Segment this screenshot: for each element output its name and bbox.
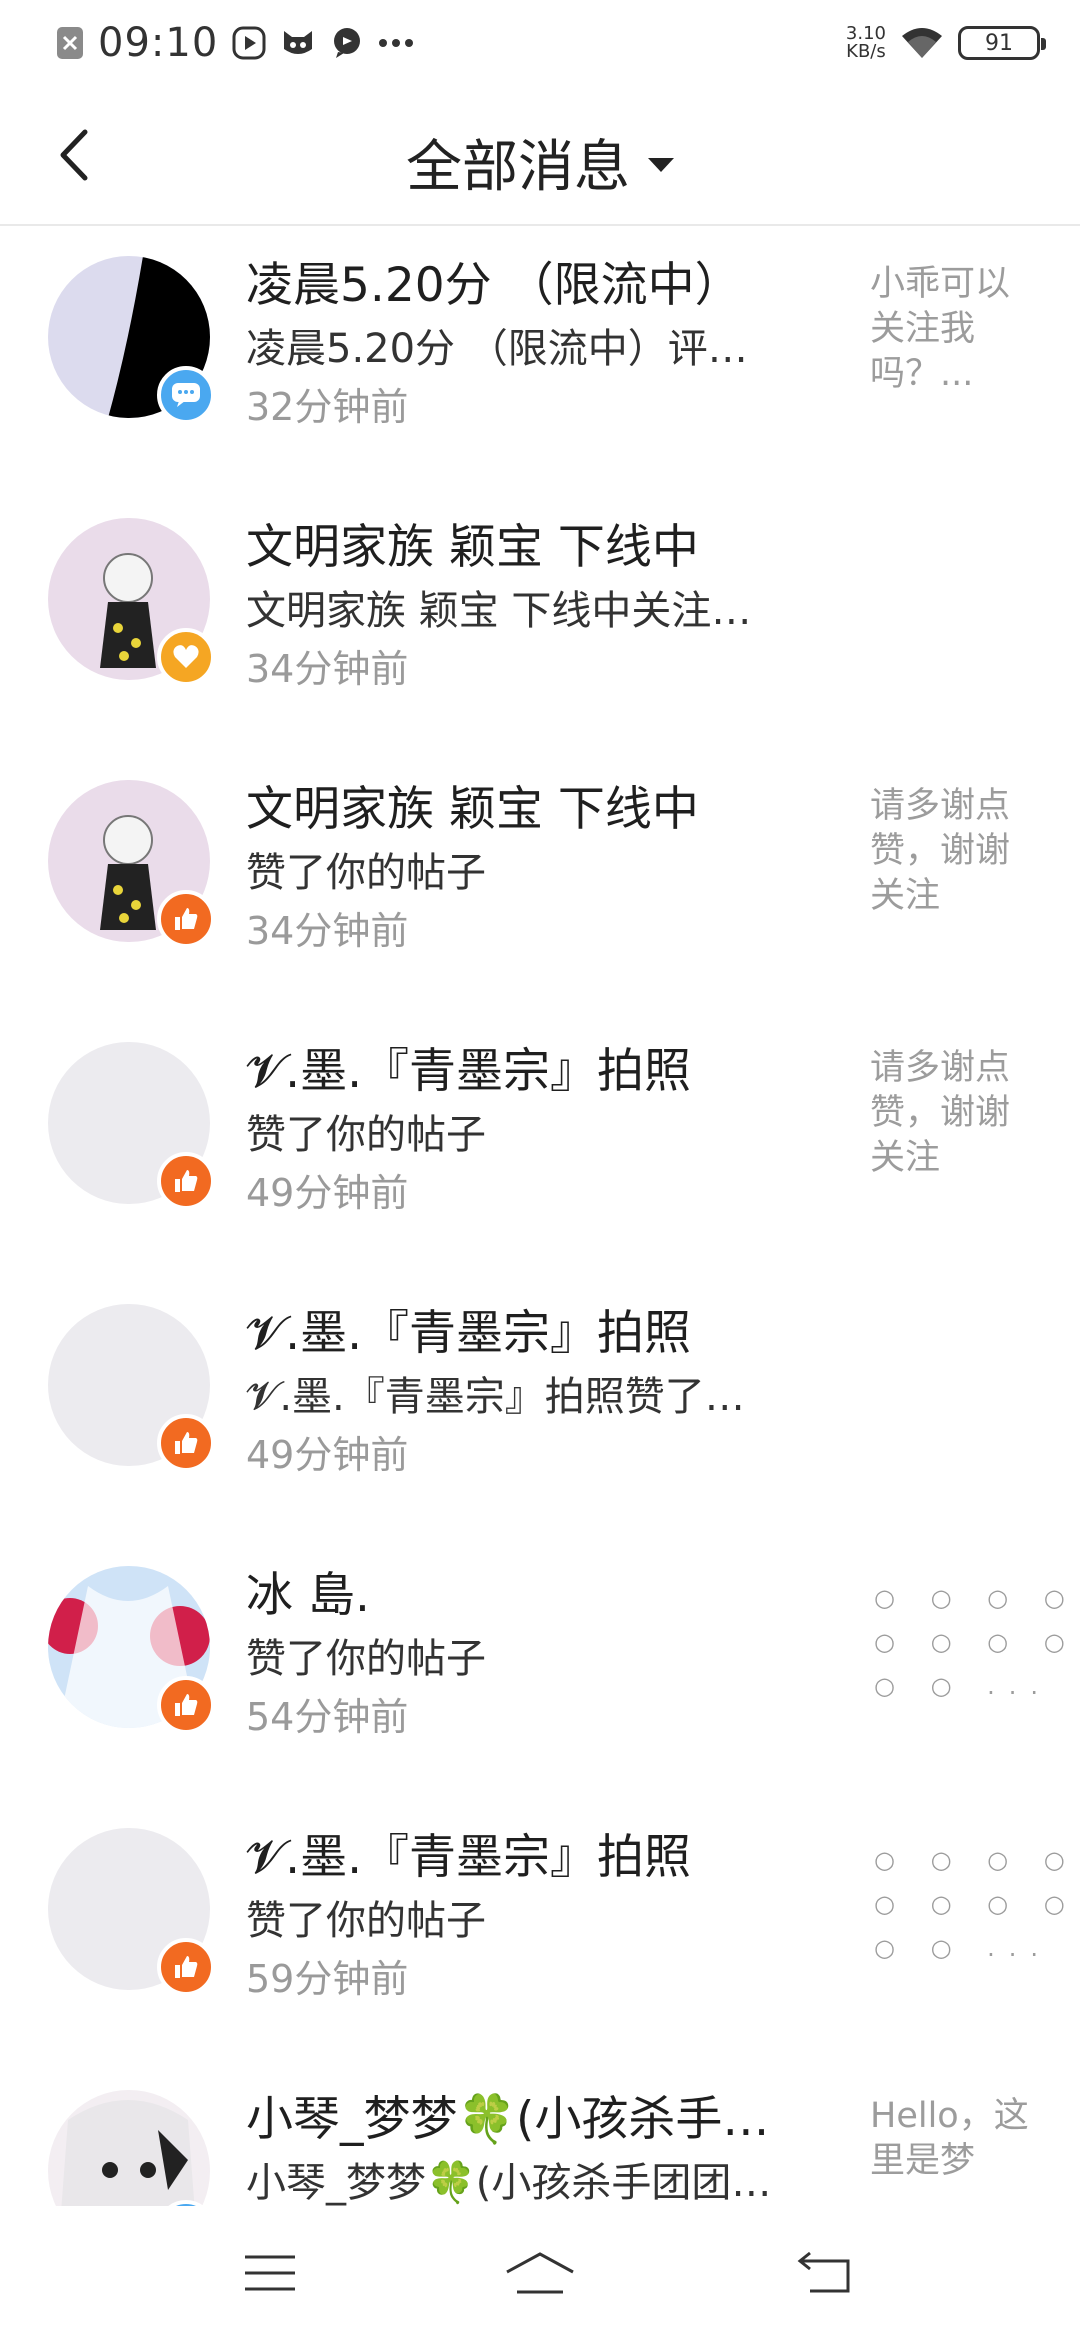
- home-icon: [506, 2252, 574, 2294]
- message-time: 59分钟前: [246, 1957, 409, 2001]
- title-dropdown[interactable]: 全部消息: [0, 122, 1080, 203]
- post-preview-text: 请多谢点赞，谢谢关注: [870, 1048, 1011, 1178]
- message-item[interactable]: 文明家族 颖宝 下线中 文明家族 颖宝 下线中关注… 34分钟前: [0, 488, 1080, 750]
- status-left: 09:10: [56, 18, 414, 68]
- menu-button[interactable]: [230, 2238, 310, 2308]
- message-content: 赞了你的帖子: [246, 1112, 486, 1158]
- message-time: 49分钟前: [246, 1171, 409, 1215]
- back-arrow-icon: [797, 2251, 850, 2293]
- post-preview-text: Hello，这里是梦: [870, 2096, 1029, 2181]
- thumbs-up-badge-icon: [157, 890, 215, 948]
- message-content: 凌晨5.20分 （限流中）评…: [246, 326, 748, 372]
- chat-badge-icon: [157, 366, 215, 424]
- caret-down-icon: [648, 157, 674, 172]
- message-list: 凌晨5.20分 （限流中） 凌晨5.20分 （限流中）评… 32分钟前 小乖可以…: [0, 226, 1080, 2206]
- message-time: 32分钟前: [246, 385, 409, 429]
- message-content: 赞了你的帖子: [246, 1898, 486, 1944]
- message-time: 54分钟前: [246, 1695, 409, 1739]
- message-item[interactable]: 文明家族 颖宝 下线中 赞了你的帖子 34分钟前 请多谢点赞，谢谢关注: [0, 750, 1080, 1012]
- more-dots-icon: [378, 38, 414, 48]
- message-time: 49分钟前: [246, 1433, 409, 1477]
- message-time: 34分钟前: [246, 909, 409, 953]
- sender-name: 小琴_梦梦🍀(小孩杀手…: [246, 2092, 770, 2147]
- message-item[interactable]: 𝓥.墨.『青墨宗』拍照 𝓥.墨.『青墨宗』拍照赞了… 49分钟前: [0, 1274, 1080, 1536]
- sender-name: 凌晨5.20分 （限流中）: [246, 258, 742, 313]
- heart-badge-icon: [157, 628, 215, 686]
- message-content: 赞了你的帖子: [246, 850, 486, 896]
- message-content: 文明家族 颖宝 下线中关注…: [246, 588, 752, 634]
- net-speed-unit: KB/s: [846, 41, 886, 62]
- wifi-icon: [900, 26, 944, 60]
- thumbs-up-badge-icon: [157, 1152, 215, 1210]
- message-content: 𝓥.墨.『青墨宗』拍照赞了…: [246, 1374, 745, 1420]
- battery-icon: 91: [958, 26, 1046, 60]
- thumbs-up-badge-icon: [157, 1938, 215, 1996]
- net-speed: 3.10 KB/s: [846, 25, 886, 61]
- post-preview-text: 小乖可以关注我吗？...: [870, 264, 1011, 394]
- system-navbar: [0, 2206, 1080, 2340]
- page-title: 全部消息: [406, 135, 630, 200]
- play-circle-icon: [232, 26, 266, 60]
- post-preview-dots: ○ ○ ○ ○ ○ ○ ○ ○ ○ ○ ...: [874, 1846, 1079, 1962]
- sender-name: 𝓥.墨.『青墨宗』拍照: [246, 1306, 692, 1361]
- chat-bubble-icon: [330, 26, 364, 60]
- post-preview-dots: ○ ○ ○ ○ ○ ○ ○ ○ ○ ○ ...: [874, 1584, 1079, 1700]
- header: 全部消息: [0, 84, 1080, 226]
- cat-app-icon: [280, 27, 316, 59]
- post-preview-text: 请多谢点赞，谢谢关注: [870, 786, 1011, 916]
- message-item[interactable]: 𝓥.墨.『青墨宗』拍照 赞了你的帖子 59分钟前 ○ ○ ○ ○ ○ ○ ○ ○…: [0, 1798, 1080, 2060]
- message-content: 赞了你的帖子: [246, 1636, 486, 1682]
- message-item[interactable]: 冰 島. 赞了你的帖子 54分钟前 ○ ○ ○ ○ ○ ○ ○ ○ ○ ○ ..…: [0, 1536, 1080, 1798]
- close-box-icon: [56, 26, 84, 60]
- thumbs-up-badge-icon: [157, 1676, 215, 1734]
- message-item[interactable]: 𝓥.墨.『青墨宗』拍照 赞了你的帖子 49分钟前 请多谢点赞，谢谢关注: [0, 1012, 1080, 1274]
- sender-name: 𝓥.墨.『青墨宗』拍照: [246, 1044, 692, 1099]
- sender-name: 文明家族 颖宝 下线中: [246, 520, 699, 575]
- message-item[interactable]: 小琴_梦梦🍀(小孩杀手… 小琴_梦梦🍀(小孩杀手团团… Hello，这里是梦: [0, 2060, 1080, 2206]
- message-time: 34分钟前: [246, 647, 409, 691]
- menu-icon: [245, 2255, 295, 2291]
- status-bar: 09:10 3.10 KB/s 91: [0, 0, 1080, 84]
- status-time: 09:10: [98, 20, 219, 66]
- status-right: 3.10 KB/s 91: [846, 18, 1046, 68]
- avatar[interactable]: [48, 2090, 210, 2206]
- home-button[interactable]: [500, 2238, 580, 2308]
- sender-name: 𝓥.墨.『青墨宗』拍照: [246, 1830, 692, 1885]
- battery-level: 91: [985, 30, 1013, 56]
- message-item[interactable]: 凌晨5.20分 （限流中） 凌晨5.20分 （限流中）评… 32分钟前 小乖可以…: [0, 226, 1080, 488]
- sender-name: 冰 島.: [246, 1568, 370, 1623]
- back-nav-button[interactable]: [786, 2238, 866, 2308]
- sender-name: 文明家族 颖宝 下线中: [246, 782, 699, 837]
- message-content: 小琴_梦梦🍀(小孩杀手团团…: [246, 2160, 772, 2206]
- thumbs-up-badge-icon: [157, 1414, 215, 1472]
